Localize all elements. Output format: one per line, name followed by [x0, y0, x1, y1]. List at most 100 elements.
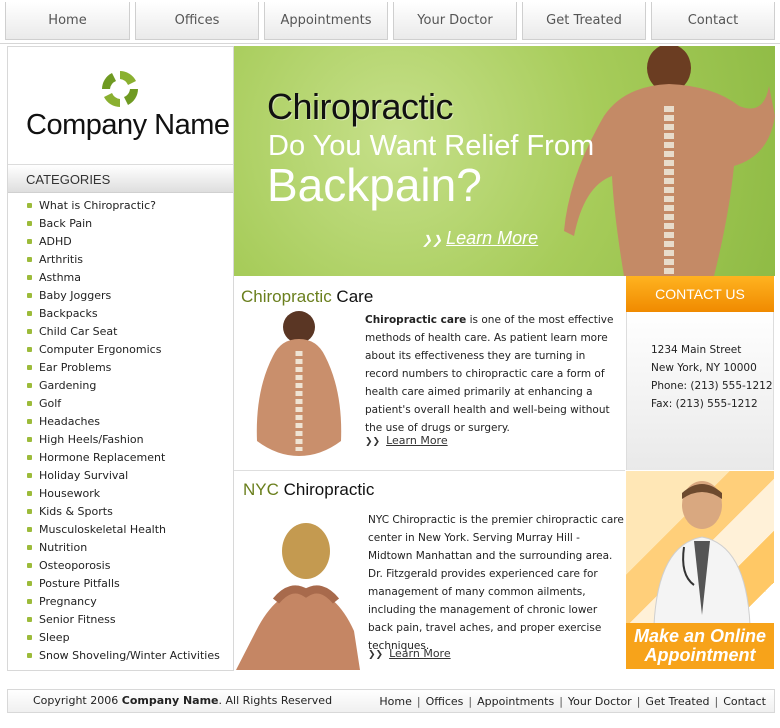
- category-item[interactable]: Sleep: [8, 629, 233, 647]
- bullet-icon: [27, 563, 32, 568]
- category-item[interactable]: Ear Problems: [8, 359, 233, 377]
- footer-link[interactable]: Contact: [723, 695, 766, 708]
- category-item[interactable]: Osteoporosis: [8, 557, 233, 575]
- category-item[interactable]: Golf: [8, 395, 233, 413]
- panel-divider: [234, 470, 625, 471]
- category-list: What is Chiropractic? Back Pain ADHD Arthri…: [8, 197, 233, 665]
- back-spine-image: [564, 46, 775, 276]
- nav-tab-home[interactable]: Home: [5, 2, 130, 40]
- bullet-icon: [27, 221, 32, 226]
- double-arrow-icon: ❯❯: [365, 437, 381, 447]
- nyc-learn-more-link[interactable]: ❯❯ Learn More: [368, 647, 451, 660]
- footer-separator: |: [559, 695, 563, 708]
- category-item[interactable]: Asthma: [8, 269, 233, 287]
- categories-header: CATEGORIES: [8, 165, 233, 193]
- category-item[interactable]: Pregnancy: [8, 593, 233, 611]
- back-photo-image: [256, 311, 342, 456]
- care-learn-more-label: Learn More: [386, 434, 448, 447]
- category-item[interactable]: High Heels/Fashion: [8, 431, 233, 449]
- bullet-icon: [27, 365, 32, 370]
- bullet-icon: [27, 491, 32, 496]
- footer-link[interactable]: Home: [379, 695, 411, 708]
- category-item[interactable]: Arthritis: [8, 251, 233, 269]
- bullet-icon: [27, 473, 32, 478]
- category-label: High Heels/Fashion: [39, 433, 144, 446]
- contact-phone: Phone: (213) 555-1212: [651, 380, 773, 392]
- category-item[interactable]: Headaches: [8, 413, 233, 431]
- category-item[interactable]: Nutrition: [8, 539, 233, 557]
- category-label: Child Car Seat: [39, 325, 118, 338]
- bullet-icon: [27, 653, 32, 658]
- footer-link[interactable]: Appointments: [477, 695, 554, 708]
- footer-separator: |: [636, 695, 641, 708]
- contact-info-box: 1234 Main Street New York, NY 10000 Phon…: [626, 312, 774, 470]
- contact-city: New York, NY 10000: [651, 362, 757, 374]
- category-label: Hormone Replacement: [39, 451, 166, 464]
- category-item[interactable]: Computer Ergonomics: [8, 341, 233, 359]
- category-label: Back Pain: [39, 217, 93, 230]
- category-item[interactable]: What is Chiropractic?: [8, 197, 233, 215]
- category-label: Computer Ergonomics: [39, 343, 162, 356]
- bullet-icon: [27, 635, 32, 640]
- category-label: Pregnancy: [39, 595, 97, 608]
- contact-us-title: CONTACT US: [655, 286, 745, 302]
- top-nav: Home Offices Appointments Your Doctor Ge…: [0, 0, 780, 44]
- hero-headline: Backpain?: [267, 159, 482, 211]
- bullet-icon: [27, 437, 32, 442]
- bullet-icon: [27, 617, 32, 622]
- category-item[interactable]: Senior Fitness: [8, 611, 233, 629]
- category-item[interactable]: Child Car Seat: [8, 323, 233, 341]
- care-learn-more-link[interactable]: ❯❯ Learn More: [365, 434, 448, 447]
- nav-tab-offices[interactable]: Offices: [135, 2, 259, 40]
- category-item[interactable]: Gardening: [8, 377, 233, 395]
- bullet-icon: [27, 509, 32, 514]
- category-item[interactable]: Kids & Sports: [8, 503, 233, 521]
- doctor-image: [653, 481, 751, 625]
- category-label: Ear Problems: [39, 361, 112, 374]
- hero-learn-more-link[interactable]: ❯❯ Learn More: [422, 228, 538, 249]
- appointment-banner[interactable]: Make an Online Appointment: [626, 471, 774, 669]
- category-label: Backpacks: [39, 307, 98, 320]
- company-name: Company Name: [26, 109, 230, 141]
- nav-tab-contact[interactable]: Contact: [651, 2, 775, 40]
- category-label: What is Chiropractic?: [39, 199, 156, 212]
- category-item[interactable]: Backpacks: [8, 305, 233, 323]
- category-item[interactable]: Musculoskeletal Health: [8, 521, 233, 539]
- double-arrow-icon: ❯❯: [422, 233, 443, 247]
- bullet-icon: [27, 419, 32, 424]
- category-label: Baby Joggers: [39, 289, 112, 302]
- bullet-icon: [27, 275, 32, 280]
- bullet-icon: [27, 311, 32, 316]
- nyc-title-rest: Chiropractic: [278, 480, 375, 499]
- category-label: Posture Pitfalls: [39, 577, 120, 590]
- nyc-title: NYC Chiropractic: [243, 480, 374, 500]
- category-item[interactable]: Posture Pitfalls: [8, 575, 233, 593]
- category-item[interactable]: Snow Shoveling/Winter Activities: [8, 647, 233, 665]
- nav-tab-your-doctor[interactable]: Your Doctor: [393, 2, 517, 40]
- logo-area: Company Name: [8, 47, 233, 165]
- category-item[interactable]: Back Pain: [8, 215, 233, 233]
- categories-title: CATEGORIES: [26, 172, 111, 187]
- nav-tab-appointments[interactable]: Appointments: [264, 2, 388, 40]
- category-item[interactable]: ADHD: [8, 233, 233, 251]
- bullet-icon: [27, 293, 32, 298]
- category-label: Musculoskeletal Health: [39, 523, 167, 536]
- make-appointment-button[interactable]: Make an Online Appointment: [626, 623, 774, 669]
- appointment-line1: Make an Online: [633, 626, 767, 646]
- footer-link[interactable]: Offices: [426, 695, 464, 708]
- hero-learn-more-label: Learn More: [446, 228, 539, 248]
- category-item[interactable]: Housework: [8, 485, 233, 503]
- category-item[interactable]: Holiday Survival: [8, 467, 233, 485]
- footer-link[interactable]: Get Treated: [645, 695, 709, 708]
- care-body: is one of the most effective methods of …: [365, 314, 614, 434]
- company-logo-icon: [102, 71, 138, 107]
- category-label: Nutrition: [39, 541, 88, 554]
- bullet-icon: [27, 545, 32, 550]
- category-label: Golf: [39, 397, 62, 410]
- footer-link[interactable]: Your Doctor: [568, 695, 632, 708]
- category-item[interactable]: Baby Joggers: [8, 287, 233, 305]
- category-label: Asthma: [39, 271, 81, 284]
- copyright-prefix: Copyright 2006: [33, 694, 122, 707]
- nav-tab-get-treated[interactable]: Get Treated: [522, 2, 646, 40]
- category-item[interactable]: Hormone Replacement: [8, 449, 233, 467]
